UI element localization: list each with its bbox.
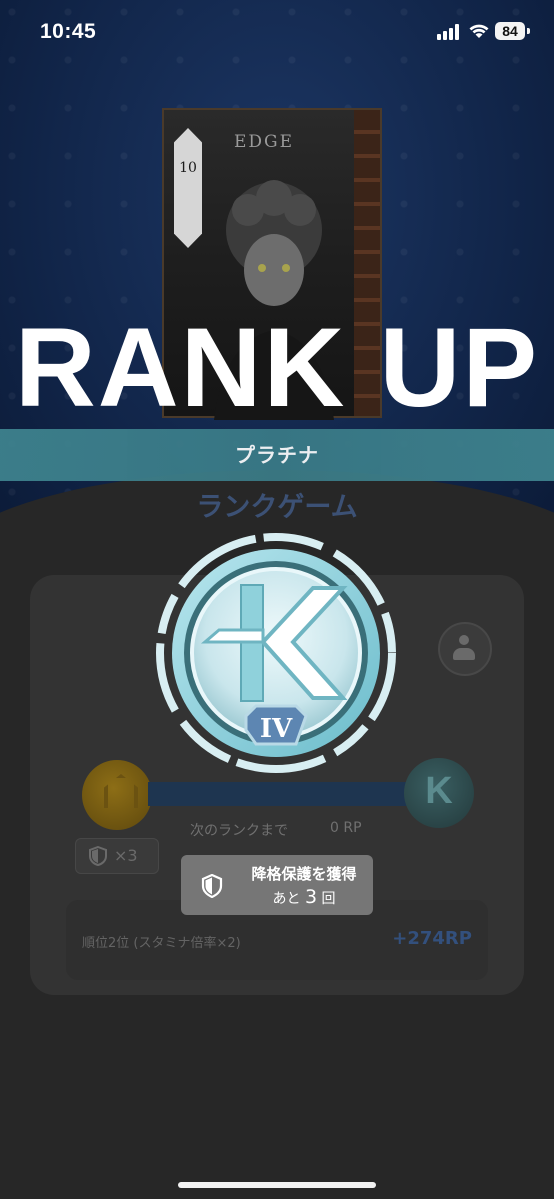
gold-rank-mark <box>104 774 138 808</box>
demotion-shield-chip: ×3 <box>75 838 159 874</box>
demotion-protection-toast: 降格保護を獲得 あと 3 回 <box>181 855 373 915</box>
cellular-signal-icon <box>437 24 459 40</box>
tier-name: プラチナ <box>235 443 319 467</box>
card-rank-number: 10 <box>179 160 197 176</box>
rank-up-screen[interactable]: 10:45 84 10 EDGE ランクゲーム K 次のランクまで 0 RP ×… <box>0 0 554 1199</box>
battery-tip <box>527 28 530 34</box>
tier-level: IV <box>260 714 293 744</box>
gold-rank-medal <box>82 760 152 830</box>
rank-game-heading: ランクゲーム <box>196 492 358 523</box>
wifi-icon <box>469 24 489 38</box>
rank-up-title: RANK UP <box>14 305 540 430</box>
home-indicator[interactable] <box>178 1182 376 1188</box>
platinum-rank-medal: K <box>404 758 474 828</box>
platinum-rank-mark: K <box>425 770 453 812</box>
toast-remaining: あと 3 回 <box>239 886 369 908</box>
next-rank-value: 0 RP <box>330 820 362 836</box>
rank-progress-bar <box>148 782 408 806</box>
profile-icon <box>459 635 469 645</box>
profile-button[interactable] <box>438 622 492 676</box>
card-title: EDGE <box>233 132 295 152</box>
toast-remaining-prefix: あと <box>272 891 301 907</box>
match-result-label: 順位2位 (スタミナ倍率×2) <box>82 936 241 951</box>
next-rank-label: 次のランクまで <box>190 823 288 839</box>
tier-banner: プラチナ <box>0 429 554 481</box>
status-time: 10:45 <box>40 20 97 43</box>
platinum-rank-emblem: IV <box>156 533 396 773</box>
shield-icon <box>201 874 223 898</box>
match-result-rp: +274RP <box>392 928 472 949</box>
toast-remaining-suffix: 回 <box>321 891 336 907</box>
toast-title: 降格保護を獲得 <box>251 865 357 883</box>
battery-icon: 84 <box>495 22 525 40</box>
demotion-shield-count: ×3 <box>114 846 138 865</box>
toast-remaining-count: 3 <box>304 886 318 908</box>
shield-icon <box>89 846 107 866</box>
status-bar: 10:45 84 <box>0 0 554 64</box>
profile-icon-body <box>453 648 475 660</box>
